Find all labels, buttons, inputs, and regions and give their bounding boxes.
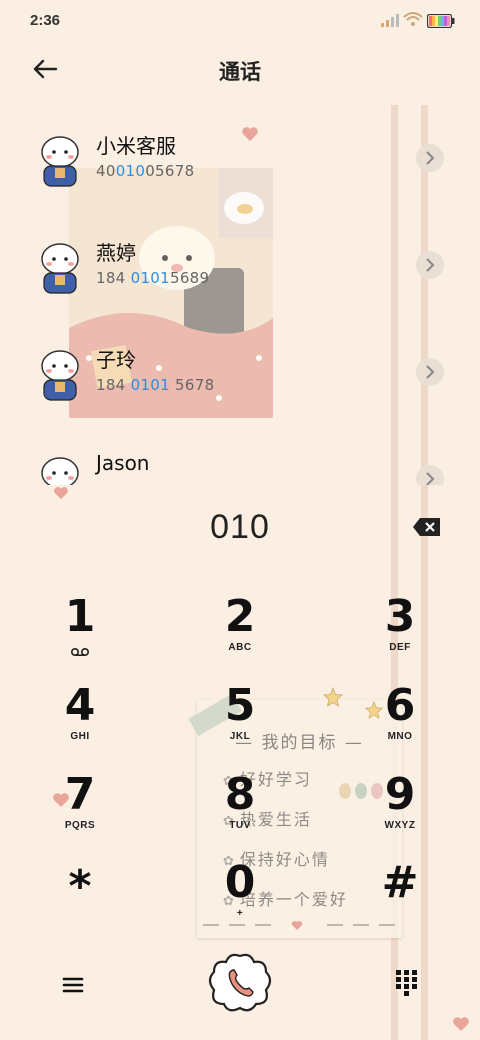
- key-6[interactable]: 6 MNO: [350, 681, 450, 761]
- status-bar: 2:36: [0, 0, 480, 42]
- contact-row[interactable]: Jason: [30, 449, 450, 485]
- key-8[interactable]: 8 TUV: [190, 770, 290, 850]
- key-1[interactable]: 1: [30, 592, 130, 672]
- contact-name: 燕婷: [96, 241, 136, 265]
- key-9[interactable]: 9 WXYZ: [350, 770, 450, 850]
- contact-name: 小米客服: [96, 134, 176, 158]
- backspace-icon: [413, 518, 440, 536]
- contact-row[interactable]: 燕婷 184 01015689: [30, 235, 450, 327]
- status-time: 2:36: [30, 12, 61, 29]
- key-3[interactable]: 3 DEF: [350, 592, 450, 672]
- menu-icon: [62, 977, 84, 993]
- key-7[interactable]: 7 PQRS: [30, 770, 130, 850]
- key-star[interactable]: *: [30, 862, 130, 942]
- contact-number: 184 0101 5678: [96, 376, 215, 394]
- key-2[interactable]: 2 ABC: [190, 592, 290, 672]
- chevron-right-icon: [426, 258, 435, 272]
- keypad-toggle-button[interactable]: [394, 968, 420, 998]
- contact-detail-button[interactable]: [416, 144, 444, 172]
- key-5[interactable]: 5 JKL: [190, 681, 290, 761]
- dialed-number: 010: [210, 508, 270, 546]
- heart-icon: [54, 487, 68, 500]
- dialpad-icon: [396, 970, 417, 996]
- voicemail-icon: [70, 647, 90, 657]
- heart-icon: [242, 127, 258, 141]
- signal-icon: [381, 14, 399, 27]
- key-0[interactable]: 0 +: [190, 858, 290, 938]
- menu-button[interactable]: [58, 970, 88, 1000]
- contact-detail-button[interactable]: [416, 358, 444, 386]
- wifi-icon: [403, 12, 423, 26]
- avatar: [41, 350, 79, 401]
- page-title: 通话: [219, 60, 261, 84]
- call-button[interactable]: [206, 950, 274, 1016]
- contact-name: Jason: [96, 451, 150, 475]
- chevron-right-icon: [426, 151, 435, 165]
- key-4[interactable]: 4 GHI: [30, 681, 130, 761]
- star-icon: [323, 686, 343, 707]
- chevron-right-icon: [426, 365, 435, 379]
- backspace-button[interactable]: [412, 516, 442, 538]
- heart-icon: [453, 1017, 469, 1031]
- contact-detail-button[interactable]: [416, 465, 444, 485]
- battery-icon: [427, 14, 455, 28]
- contact-number: 4001005678: [96, 162, 195, 180]
- contact-number: 184 01015689: [96, 269, 210, 287]
- avatar: [41, 457, 79, 485]
- avatar: [41, 136, 79, 187]
- chevron-right-icon: [426, 472, 435, 485]
- contact-detail-button[interactable]: [416, 251, 444, 279]
- phone-icon: [208, 953, 272, 1012]
- contact-row[interactable]: 小米客服 4001005678: [30, 128, 450, 220]
- key-hash[interactable]: #: [350, 858, 450, 938]
- contact-name: 子玲: [96, 348, 136, 372]
- avatar: [41, 243, 79, 294]
- contact-row[interactable]: 子玲 184 0101 5678: [30, 342, 450, 434]
